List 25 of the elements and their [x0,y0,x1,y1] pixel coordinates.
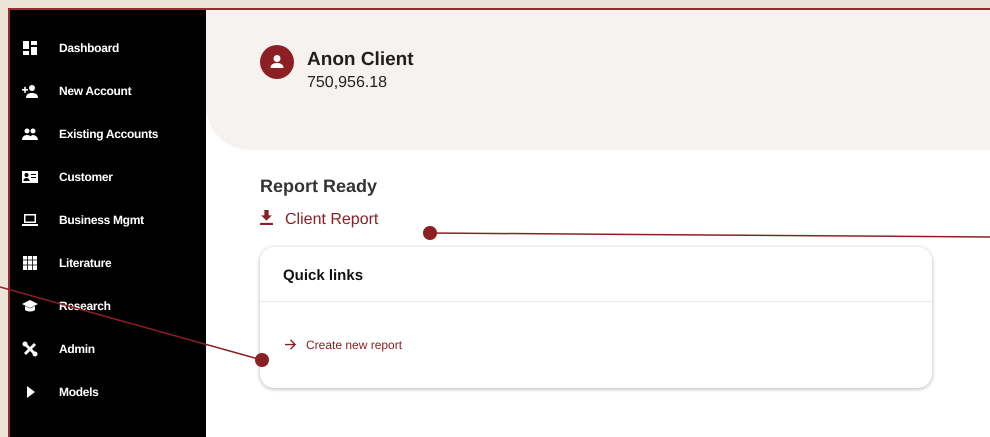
download-icon [260,210,273,224]
sidebar-item[interactable]: Customer [10,155,206,198]
card-title: Quick links [260,247,932,302]
arrow-icon [284,339,297,350]
id-card-icon [22,168,38,184]
avatar-icon [260,45,294,79]
dashboard-icon [22,40,38,56]
grid-icon [22,254,38,270]
quick-link[interactable]: Create new report [284,338,402,352]
people-icon [22,126,38,142]
sidebar-item[interactable]: Admin [10,327,206,370]
tools-icon [22,340,38,356]
account-balance: 750,956.18 [307,74,388,92]
report-download-link[interactable]: Client Report [260,211,378,229]
add-person-icon [22,82,38,98]
sidebar-item[interactable]: Business Mgmt [10,198,206,241]
sidebar-item[interactable]: Existing Accounts [10,112,206,155]
client-name: Anon Client [307,48,414,70]
sidebar-item[interactable]: Literature [10,241,206,284]
section-heading: Report Ready [260,176,378,197]
sidebar-item[interactable]: Models [10,370,206,413]
graduation-cap-icon [22,298,38,314]
sidebar-item[interactable]: Dashboard [10,26,206,69]
sidebar-item[interactable]: New Account [10,69,206,112]
laptop-icon [22,212,38,228]
